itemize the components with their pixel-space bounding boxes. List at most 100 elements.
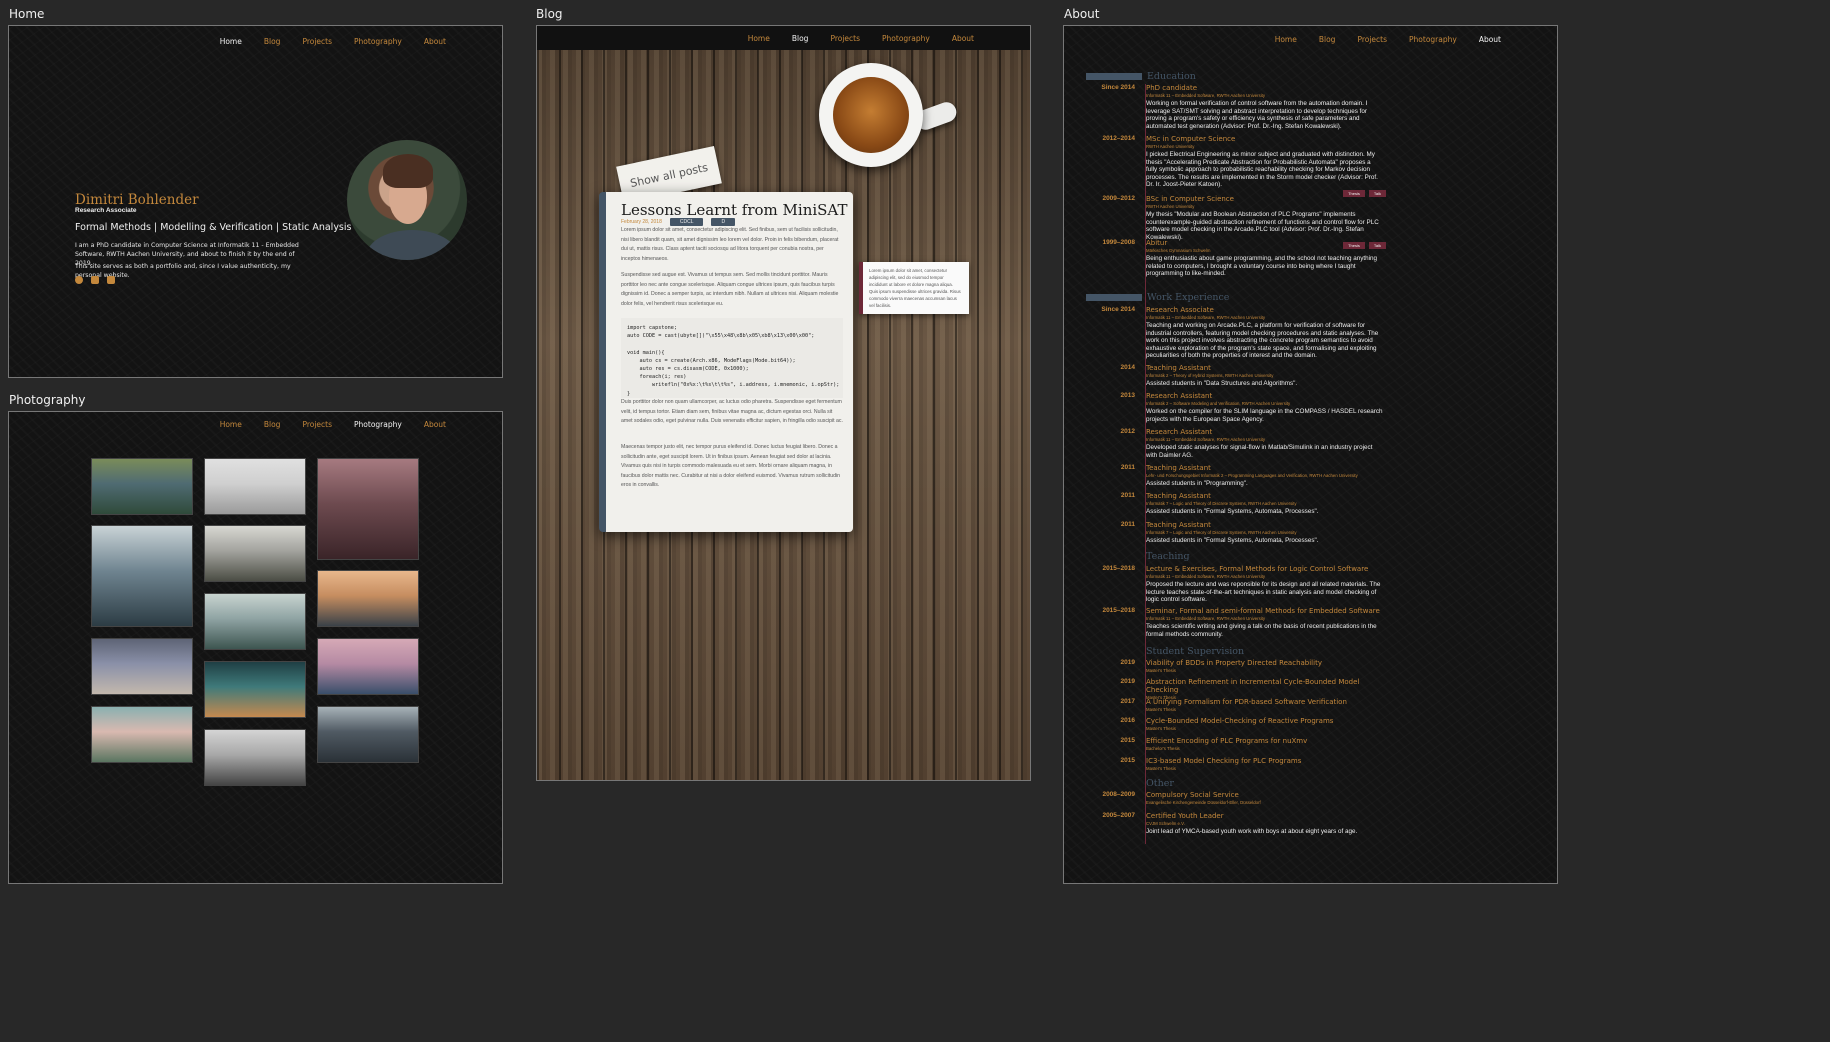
photo-lighthouse[interactable]: [91, 706, 193, 763]
nav-about[interactable]: About: [424, 37, 446, 46]
nav-projects[interactable]: Projects: [302, 420, 332, 429]
entry-title[interactable]: Research Assistant: [1146, 392, 1383, 400]
nav-projects[interactable]: Projects: [302, 37, 332, 46]
photo-forest-clouds[interactable]: [91, 458, 193, 515]
coffee-cup: [819, 63, 923, 167]
photo-red-stairs[interactable]: [317, 458, 419, 560]
entry-date: 2016: [1120, 717, 1135, 724]
entry-description: Working on formal verification of contro…: [1146, 100, 1368, 130]
entry-institution: RWTH Aachen University: [1146, 144, 1195, 149]
nav-home[interactable]: Home: [748, 34, 770, 43]
entry-title[interactable]: Cycle-Bounded Model-Checking of Reactive…: [1146, 717, 1383, 725]
photo-dark-clouds-sea[interactable]: [317, 706, 419, 763]
cv-section-heading: Work Experience: [1086, 292, 1229, 303]
entry-title[interactable]: Lecture & Exercises, Formal Methods for …: [1146, 565, 1383, 573]
entry-title[interactable]: Compulsory Social Service: [1146, 791, 1383, 799]
photo-rocky-shore-aerial[interactable]: [204, 661, 306, 718]
nav-photography[interactable]: Photography: [354, 420, 402, 429]
entry-body: PhD candidate Informatik 11 – Embedded So…: [1146, 84, 1383, 130]
entry-institution: CVJM Schwelm e.V.: [1146, 821, 1185, 826]
cv-section-heading: Student Supervision: [1146, 646, 1245, 657]
entry-date: 1999–2008: [1102, 239, 1135, 246]
photo-concrete-sculpture[interactable]: [91, 638, 193, 695]
home-frame: Home Blog Projects Photography About Dim…: [8, 25, 503, 378]
sidenote: Lorem ipsum dolor sit amet, consectetur …: [859, 262, 969, 314]
entry-body: Teaching Assistant Informatik 7 – Logic a…: [1146, 492, 1383, 516]
entry-title[interactable]: IC3-based Model Checking for PLC Program…: [1146, 757, 1383, 765]
entry-body: Viability of BDDs in Property Directed R…: [1146, 659, 1383, 673]
entry-title[interactable]: PhD candidate: [1146, 84, 1383, 92]
photo-snow-mountain[interactable]: [204, 525, 306, 582]
photo-pink-sea-sunset[interactable]: [317, 638, 419, 695]
entry-institution: Informatik 11 – Embedded Software, RWTH …: [1146, 93, 1266, 98]
entry-title[interactable]: Abstraction Refinement in Incremental Cy…: [1146, 678, 1383, 694]
home-nav: Home Blog Projects Photography About: [9, 26, 502, 56]
entry-title[interactable]: Teaching Assistant: [1146, 364, 1383, 372]
entry-date: 2011: [1120, 521, 1135, 528]
nav-about[interactable]: About: [952, 34, 974, 43]
photo-bw-tree[interactable]: [204, 729, 306, 786]
entry-title[interactable]: A Unifying Formalism for PDR-based Softw…: [1146, 698, 1383, 706]
entry-body: Abstraction Refinement in Incremental Cy…: [1146, 678, 1383, 700]
entry-body: Research Assistant Informatik 2 – Softwar…: [1146, 392, 1383, 423]
entry-description: Assisted students in "Formal Systems, Au…: [1146, 537, 1319, 544]
entry-date: 2015: [1120, 737, 1135, 744]
entry-description: My thesis "Modular and Boolean Abstracti…: [1146, 211, 1379, 241]
entry-title[interactable]: Teaching Assistant: [1146, 492, 1383, 500]
entry-date: 2015: [1120, 757, 1135, 764]
photo-power-pylon[interactable]: [204, 458, 306, 515]
panel-title-about: About: [1064, 7, 1100, 21]
entry-institution: Bachelor's Thesis: [1146, 746, 1180, 751]
post-tag[interactable]: CDCL: [669, 218, 704, 226]
entry-title[interactable]: Abitur: [1146, 239, 1383, 247]
entry-institution: Märkisches Gymnasium Schwelm: [1146, 248, 1211, 253]
entry-date: 2019: [1120, 659, 1135, 666]
entry-institution: Informatik 11 – Embedded Software, RWTH …: [1146, 616, 1266, 621]
nav-blog[interactable]: Blog: [264, 37, 281, 46]
nav-projects[interactable]: Projects: [830, 34, 860, 43]
entry-title[interactable]: Research Assistant: [1146, 428, 1383, 436]
nav-photography[interactable]: Photography: [354, 37, 402, 46]
nav-home[interactable]: Home: [220, 420, 242, 429]
entry-body: Lecture & Exercises, Formal Methods for …: [1146, 565, 1383, 604]
entry-title[interactable]: MSc in Computer Science: [1146, 135, 1383, 143]
facebook-icon[interactable]: [91, 276, 99, 284]
photo-stormy-coast[interactable]: [91, 525, 193, 627]
nav-home[interactable]: Home: [1275, 35, 1297, 44]
entry-institution: Informatik 11 – Embedded Software, RWTH …: [1146, 437, 1266, 442]
entry-title[interactable]: BSc in Computer Science: [1146, 195, 1383, 203]
entry-institution: Informatik 2 – Theory of Hybrid Systems,…: [1146, 373, 1274, 378]
nav-photography[interactable]: Photography: [882, 34, 930, 43]
photo-sunset-cliff[interactable]: [317, 570, 419, 627]
nav-blog[interactable]: Blog: [792, 34, 809, 43]
entry-description: Assisted students in "Programming".: [1146, 480, 1248, 487]
entry-title[interactable]: Teaching Assistant: [1146, 521, 1383, 529]
nav-about[interactable]: About: [424, 420, 446, 429]
photography-frame: Home Blog Projects Photography About: [8, 411, 503, 884]
entry-title[interactable]: Seminar, Formal and semi-formal Methods …: [1146, 607, 1383, 615]
entry-date: 2011: [1120, 464, 1135, 471]
entry-description: Developed static analyses for signal-flo…: [1146, 444, 1373, 459]
entry-title[interactable]: Research Associate: [1146, 306, 1383, 314]
photo-misty-hills[interactable]: [204, 593, 306, 650]
post-tag[interactable]: D: [711, 218, 736, 226]
nav-home[interactable]: Home: [220, 37, 242, 46]
nav-projects[interactable]: Projects: [1357, 35, 1387, 44]
entry-date: 2015–2018: [1102, 607, 1135, 614]
github-icon[interactable]: [75, 276, 83, 284]
section-bar: [1086, 294, 1142, 301]
entry-title[interactable]: Efficient Encoding of PLC Programs for n…: [1146, 737, 1383, 745]
entry-description: Proposed the lecture and was reponsible …: [1146, 581, 1381, 603]
entry-title[interactable]: Viability of BDDs in Property Directed R…: [1146, 659, 1383, 667]
entry-title[interactable]: Certified Youth Leader: [1146, 812, 1383, 820]
nav-blog[interactable]: Blog: [1319, 35, 1336, 44]
nav-blog[interactable]: Blog: [264, 420, 281, 429]
entry-title[interactable]: Teaching Assistant: [1146, 464, 1383, 472]
mail-icon[interactable]: [107, 276, 115, 284]
nav-photography[interactable]: Photography: [1409, 35, 1457, 44]
nav-about[interactable]: About: [1479, 35, 1501, 44]
panel-title-photography: Photography: [9, 393, 86, 407]
entry-body: Research Associate Informatik 11 – Embedd…: [1146, 306, 1383, 360]
post-paragraph: Maecenas tempor justo elit, nec tempor p…: [621, 444, 841, 489]
entry-body: Efficient Encoding of PLC Programs for n…: [1146, 737, 1383, 751]
